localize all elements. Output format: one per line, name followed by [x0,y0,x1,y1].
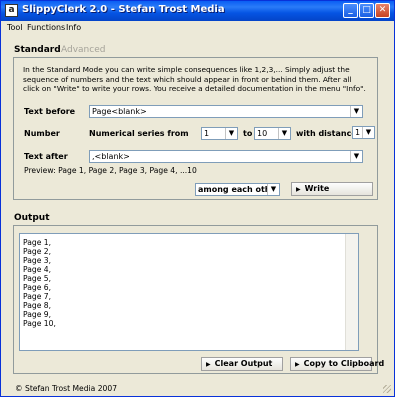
clear-output-button[interactable]: ▶ Clear Output [201,357,283,371]
distance-combo[interactable]: 1 ▼ [352,126,375,139]
output-line: Page 8, [23,301,52,310]
intro-text: In the Standard Mode you can write simpl… [23,65,366,94]
preview-text: Preview: Page 1, Page 2, Page 3, Page 4,… [24,166,197,175]
menu-tool[interactable]: Tool [7,23,23,32]
tab-standard[interactable]: Standard [14,45,61,55]
chevron-down-icon[interactable]: ▼ [278,128,290,139]
standard-panel: In the Standard Mode you can write simpl… [13,57,378,200]
chevron-down-icon[interactable]: ▼ [350,151,362,162]
output-line: Page 9, [23,310,52,319]
output-line: Page 1, [23,238,52,247]
window-title: SlippyClerk 2.0 - Stefan Trost Media [22,4,225,15]
chevron-down-icon[interactable]: ▼ [225,128,237,139]
to-combo[interactable]: 10 ▼ [254,127,291,140]
number-label: Number [24,129,60,138]
triangle-right-icon: ▶ [295,361,300,368]
output-label: Output [14,213,50,223]
copy-to-clipboard-label: Copy to Clipboard [303,359,385,368]
title-bar[interactable]: a SlippyClerk 2.0 - Stefan Trost Media _… [1,1,394,21]
app-window: a SlippyClerk 2.0 - Stefan Trost Media _… [0,0,395,397]
to-value: 10 [257,129,268,138]
output-line: Page 5, [23,274,52,283]
app-icon: a [5,4,18,17]
output-textarea[interactable]: Page 1, Page 2, Page 3, Page 4, Page 5, … [19,233,359,351]
distance-label: with distance: [296,129,360,138]
to-label: to [243,129,253,138]
text-after-value: ,<blank> [92,152,130,161]
output-line: Page 10, [23,319,56,328]
distance-value: 1 [355,128,361,137]
write-button[interactable]: ▶ Write [291,182,373,196]
output-line: Page 7, [23,292,52,301]
chevron-down-icon[interactable]: ▼ [267,184,279,195]
tab-advanced[interactable]: Advanced [61,45,105,55]
chevron-down-icon[interactable]: ▼ [362,127,374,138]
copy-to-clipboard-button[interactable]: ▶ Copy to Clipboard [290,357,384,371]
write-button-label: Write [304,184,330,193]
from-combo[interactable]: 1 ▼ [201,127,238,140]
text-before-value: Page<blank> [92,107,147,116]
from-value: 1 [204,129,210,138]
triangle-right-icon: ▶ [206,361,211,368]
clear-output-label: Clear Output [214,359,273,368]
output-line: Page 6, [23,283,52,292]
output-line: Page 2, [23,247,52,256]
text-after-label: Text after [24,152,68,161]
triangle-right-icon: ▶ [296,186,301,193]
menu-functions[interactable]: Functions [27,23,65,32]
chevron-down-icon[interactable]: ▼ [350,106,362,117]
close-button[interactable]: ✕ [375,3,390,18]
series-label: Numerical series from [89,129,189,138]
menu-bar: Tool Functions Info [1,21,394,35]
arrangement-combo[interactable]: among each other ▼ [195,183,280,196]
output-line: Page 3, [23,256,52,265]
output-scrollbar[interactable] [345,234,358,350]
maximize-button[interactable]: □ [359,3,374,18]
menu-info[interactable]: Info [66,23,81,32]
text-after-combo[interactable]: ,<blank> ▼ [89,150,363,163]
resize-grip-icon[interactable] [383,385,391,393]
text-before-combo[interactable]: Page<blank> ▼ [89,105,363,118]
status-text: © Stefan Trost Media 2007 [15,384,118,393]
minimize-button[interactable]: _ [343,3,358,18]
text-before-label: Text before [24,107,76,116]
output-line: Page 4, [23,265,52,274]
